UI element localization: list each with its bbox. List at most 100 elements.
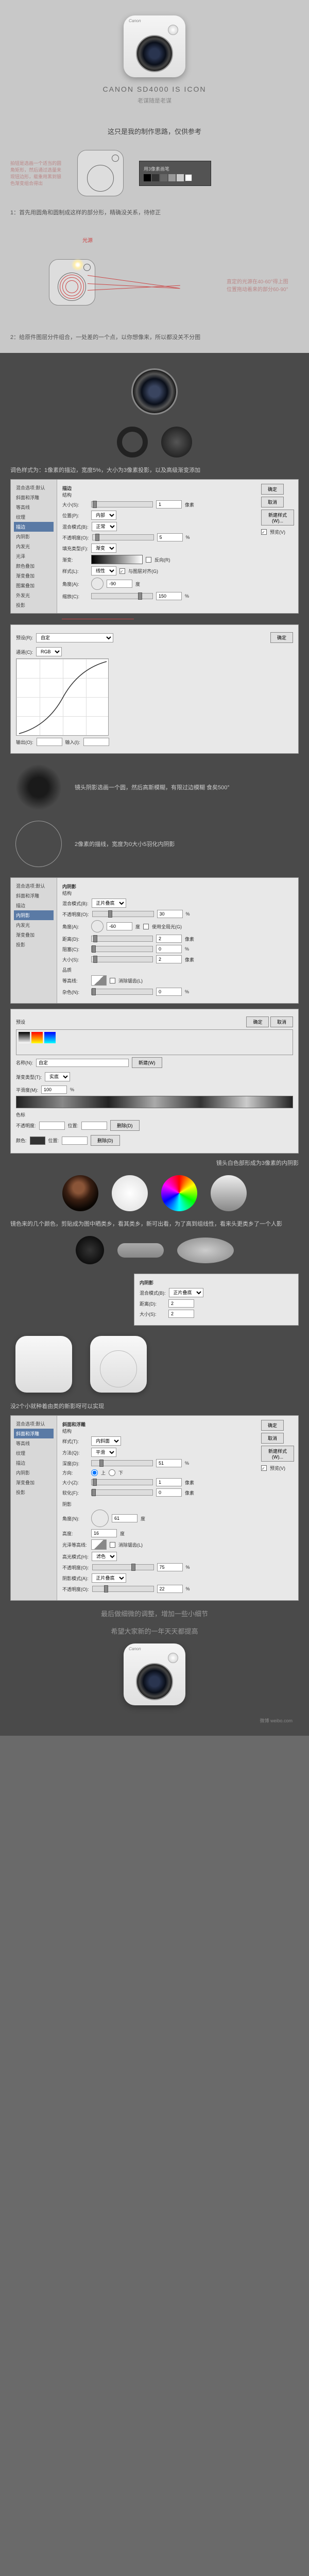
gradient-editor-panel: 预设 确定 取消 名称(N):新建(W) 渐变类型(T):实底 平滑度(M):%… [10, 1009, 299, 1154]
sidebar-inner-glow[interactable]: 内发光 [14, 541, 54, 551]
camera-shutter-button [168, 25, 178, 35]
gradient-ramp[interactable] [16, 1096, 293, 1108]
scale-slider[interactable] [91, 593, 153, 599]
ok-button[interactable]: 确定 [261, 484, 284, 495]
swatch-label: 用3像素画笔 [144, 165, 207, 172]
reverse-label: 反向(R) [154, 556, 170, 563]
angle-dial[interactable] [91, 578, 104, 590]
input-label: 输入(I): [65, 739, 80, 745]
final-text-2: 希望大家新的一年天天都提高 [10, 1626, 299, 1636]
size-label: 大小(S): [62, 501, 88, 508]
preset-select[interactable]: 自定 [36, 633, 113, 642]
sidebar-contour[interactable]: 等高线 [14, 502, 54, 512]
size-slider[interactable] [91, 501, 153, 507]
outline-shape-2 [49, 259, 95, 306]
gradient-presets-grid[interactable] [16, 1029, 293, 1055]
final-camera-icon: Canon [124, 1643, 185, 1705]
colors-text1: 镜头白色部形成为3像素的内阴影 [10, 1159, 299, 1167]
step1-text: 1：首先用圆角和圆制成这样的部分形，精确没关系，待修正 [10, 208, 299, 216]
blend-label: 混合模式(B): [62, 523, 89, 530]
outline-shape-1 [77, 150, 124, 196]
gradient-label: 渐变: [62, 556, 88, 563]
fill-label: 填充类型(F): [62, 545, 88, 552]
oval-shape [177, 1238, 234, 1263]
output-label: 输出(O): [16, 739, 33, 745]
sidebar-bevel[interactable]: 斜面和浮雕 [14, 493, 54, 502]
align-label: 与图层对齐(G) [128, 568, 158, 574]
intro-heading: 这只是我的制作思路，仅供参考 [10, 126, 299, 136]
angle-label: 角度(A): [62, 581, 88, 587]
new-style-button[interactable]: 新建样式(W)... [261, 510, 294, 526]
position-select[interactable]: 内部 [91, 511, 116, 520]
sidebar-stroke[interactable]: 描边 [14, 522, 54, 532]
sidebar-inner-shadow[interactable]: 内阴影 [14, 532, 54, 541]
gradient-preview[interactable] [91, 555, 143, 564]
fill-select[interactable]: 渐变 [91, 544, 116, 553]
reverse-checkbox[interactable] [146, 557, 151, 563]
ge-presets-label: 预设 [16, 1019, 25, 1025]
structure-label: 结构 [62, 492, 252, 498]
style-select[interactable]: 线性 [91, 566, 116, 575]
step2-text: 2：给原件图层分件组合，一处差的一个点，以你想像来，所以都没关不分图 [10, 333, 299, 341]
author-name: 老谋随是老谋 [10, 96, 299, 105]
portrait-reflection [62, 1175, 98, 1211]
angle-input[interactable] [107, 580, 132, 588]
channel-select[interactable]: RGB [36, 647, 62, 656]
curves-ok[interactable]: 确定 [270, 632, 293, 643]
position-label: 位置(P): [62, 512, 88, 519]
curve-grid[interactable] [16, 658, 109, 736]
stroke-title: 描边 [62, 485, 252, 492]
light-burst-icon [70, 257, 85, 273]
blend-select[interactable]: 正常 [92, 522, 117, 531]
curves-panel: 预设(R): 自定 确定 通道(C): RGB 输出(O): 输入(I): [10, 624, 299, 754]
opacity-slider[interactable] [92, 534, 154, 540]
sidebar-drop-shadow[interactable]: 投影 [14, 600, 54, 610]
thin-outline-circle [15, 821, 62, 867]
preview-checkbox[interactable] [261, 529, 267, 535]
style-label: 样式(L): [62, 568, 88, 574]
light-source-label: 光源 [82, 236, 93, 244]
size-input[interactable] [156, 500, 182, 509]
sidebar-texture[interactable]: 纹理 [14, 512, 54, 522]
step1-annotation-left: 拍钮是选画一个适当的圆角矩形，然后通过选量来现钮边形，载重用黑到银色渐变组合得出 [10, 160, 62, 187]
opacity-label: 不透明度(O): [62, 534, 89, 541]
main-title: CANON SD4000 IS ICON [10, 85, 299, 93]
sidebar-gradient-overlay[interactable]: 渐变叠加 [14, 571, 54, 581]
colors-text2: 镜色来的几个颜色，剪贴成为图中晒类乡，看其类乡，新可出看，为了高到组线性，看来头… [10, 1219, 299, 1228]
camera-brand-text: Canon [124, 15, 185, 23]
color-wheel-icon [161, 1175, 197, 1211]
cancel-button[interactable]: 取消 [261, 497, 284, 507]
body-shape-plain [15, 1336, 72, 1393]
sidebar-satin[interactable]: 光泽 [14, 551, 54, 561]
circle-step-text: 2像素的描线，宽度为0大小5羽化内阴影 [75, 840, 299, 848]
sidebar-outer-glow[interactable]: 外发光 [14, 590, 54, 600]
output-input[interactable] [37, 738, 62, 746]
disc-shape [161, 427, 192, 457]
ge-cancel[interactable]: 取消 [270, 1016, 293, 1027]
final-text-1: 最后做细微的调整，增加一些小细节 [10, 1608, 299, 1618]
sidebar-pattern-overlay[interactable]: 图案叠加 [14, 581, 54, 590]
scale-input[interactable] [156, 592, 182, 600]
gradient-disc [211, 1175, 247, 1211]
pill-shape [117, 1243, 164, 1258]
scale-label: 缩放(C): [62, 593, 88, 600]
bevel-panel-small: 内阴影 混合模式(B):正片叠底 距离(D): 大小(S): [134, 1274, 299, 1326]
ge-ok[interactable]: 确定 [246, 1016, 269, 1027]
sidebar-blend-options[interactable]: 混合选项:默认 [14, 483, 54, 493]
px-unit: 像素 [185, 501, 194, 508]
inner-shadow-title: 内阴影 [62, 883, 293, 890]
input-input[interactable] [83, 738, 109, 746]
blur-step-text: 镜头阴影选画一个圆，然后高斯模糊，有限过边模糊 食矣500° [75, 783, 299, 791]
preset-label: 预设(R): [16, 634, 33, 641]
ring-shape [117, 427, 148, 457]
black-disc-1 [76, 1236, 104, 1264]
is-blend-select[interactable]: 正片叠底 [92, 899, 126, 908]
body-shape-with-ring [90, 1336, 147, 1393]
degree-unit: 度 [135, 581, 140, 587]
lens-lesson-text: 调色样式为：1像素的描边，宽度5%，大小为3像素投影，以及高级渐变添加 [10, 466, 299, 474]
sidebar-color-overlay[interactable]: 颜色叠加 [14, 561, 54, 571]
align-checkbox[interactable] [119, 568, 125, 574]
inner-shadow-panel: 混合选项:默认 斜面和浮雕 描边 内阴影 内发光 渐变叠加 投影 内阴影 结构 … [10, 877, 299, 1004]
weibo-watermark: 微博 weibo.com [10, 1713, 299, 1728]
opacity-input[interactable] [157, 533, 183, 541]
